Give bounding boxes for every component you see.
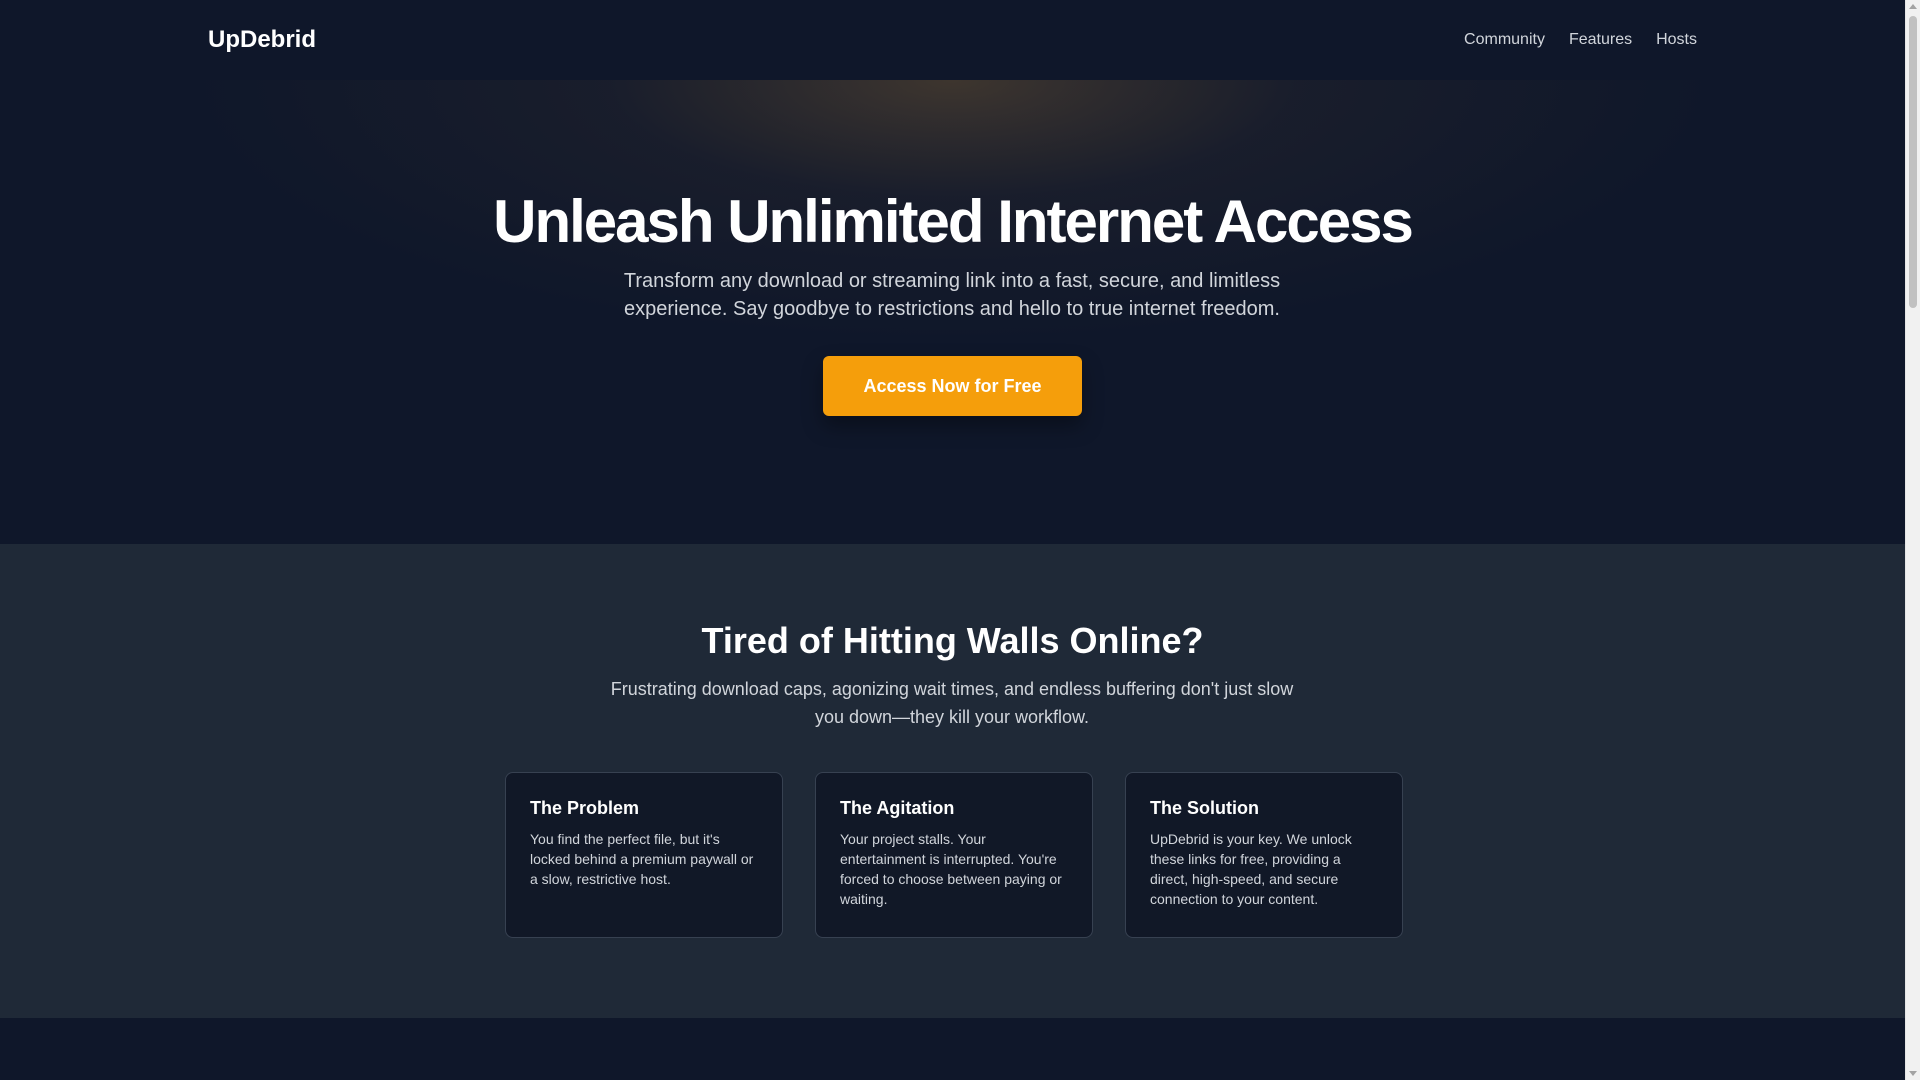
hero-section: Unleash Unlimited Internet Access Transf… bbox=[0, 80, 1905, 544]
card-title: The Solution bbox=[1150, 798, 1259, 818]
nav-link-features[interactable]: Features bbox=[1569, 28, 1632, 52]
problem-section: Tired of Hitting Walls Online? Frustrati… bbox=[0, 544, 1905, 1018]
page-scrollbar[interactable] bbox=[1905, 0, 1920, 1080]
scrollbar-thumb[interactable] bbox=[1909, 16, 1917, 308]
card-title: The Agitation bbox=[840, 798, 955, 818]
access-now-button[interactable]: Access Now for Free bbox=[823, 356, 1082, 416]
problem-card: The Problem You find the perfect file, b… bbox=[505, 772, 783, 938]
card-title: The Problem bbox=[530, 798, 640, 818]
hero-subtitle-line-2: experience. Say goodbye to restrictions … bbox=[624, 298, 1280, 320]
card-body: UpDebrid is your key. We unlock these li… bbox=[1150, 831, 1352, 907]
nav-link-hosts[interactable]: Hosts bbox=[1656, 28, 1697, 52]
solution-card: The Solution UpDebrid is your key. We un… bbox=[1125, 772, 1403, 938]
next-section bbox=[0, 1018, 1905, 1080]
pas-cards: The Problem You find the perfect file, b… bbox=[505, 772, 1403, 938]
problem-subtitle-line-2: you down—they kill your workflow. bbox=[814, 707, 1090, 727]
agitation-card: The Agitation Your project stalls. Your … bbox=[815, 772, 1093, 938]
nav-link-community[interactable]: Community bbox=[1464, 28, 1545, 52]
problem-subtitle-line-1: Frustrating download caps, agonizing wai… bbox=[610, 679, 1294, 699]
site-header: UpDebrid Community Features Hosts bbox=[0, 0, 1905, 80]
hero-subtitle-line-1: Transform any download or streaming link… bbox=[623, 270, 1281, 292]
scroll-up-arrow-icon[interactable] bbox=[1909, 4, 1917, 9]
hero-title: Unleash Unlimited Internet Access bbox=[493, 188, 1414, 255]
main-nav: Community Features Hosts bbox=[1464, 28, 1697, 52]
card-body: Your project stalls. Your entertainment … bbox=[840, 831, 1062, 907]
brand-logo[interactable]: UpDebrid bbox=[208, 24, 316, 56]
hero-subtitle: Transform any download or streaming link… bbox=[612, 267, 1292, 323]
scroll-down-arrow-icon[interactable] bbox=[1909, 1071, 1917, 1076]
problem-section-title: Tired of Hitting Walls Online? bbox=[701, 620, 1204, 661]
card-body: You find the perfect file, but it's lock… bbox=[530, 831, 754, 887]
landing-page: UpDebrid Community Features Hosts Unleas… bbox=[0, 0, 1905, 1080]
problem-section-subtitle: Frustrating download caps, agonizing wai… bbox=[602, 675, 1302, 731]
